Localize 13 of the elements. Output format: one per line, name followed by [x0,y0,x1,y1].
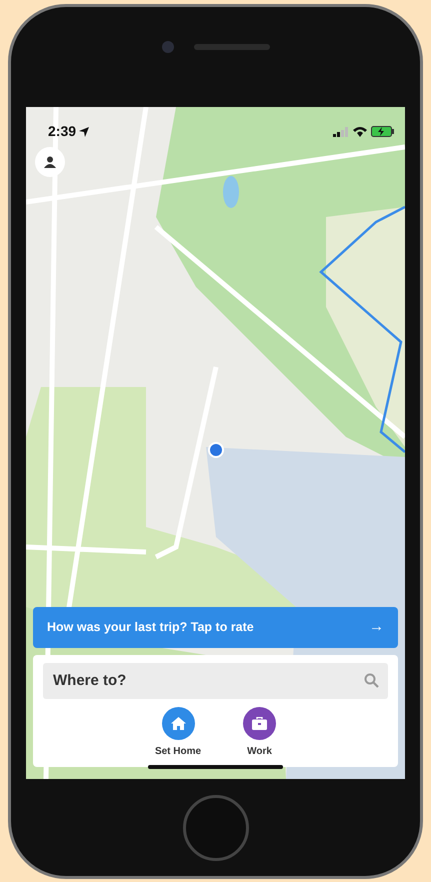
camera-icon [162,41,174,53]
person-icon [44,156,56,168]
location-arrow-icon [79,126,90,136]
rate-trip-banner[interactable]: How was your last trip? Tap to rate → [33,607,398,648]
status-time: 2:39 [48,121,90,142]
where-to-field[interactable]: Where to? [43,662,388,699]
briefcase-icon [252,717,268,730]
search-icon [364,673,379,688]
signal-icon [333,126,349,136]
battery-icon [371,126,395,137]
house-icon [170,717,186,730]
wifi-icon [353,126,367,136]
set-home-button[interactable]: Set Home [154,707,202,759]
